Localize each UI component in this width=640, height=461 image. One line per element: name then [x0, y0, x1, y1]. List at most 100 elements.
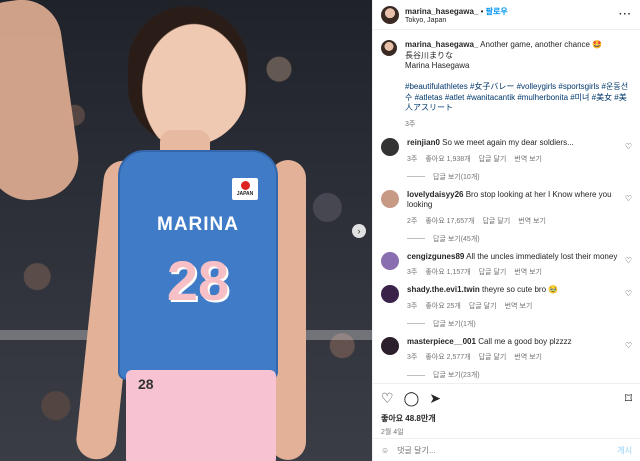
- comment-input[interactable]: 댓글 달기...: [397, 445, 435, 456]
- post-photo[interactable]: JAPAN MARINA 28 28 ›: [0, 0, 372, 461]
- share-icon[interactable]: ➤: [429, 390, 441, 407]
- flag-sun: [240, 181, 250, 190]
- reply-button[interactable]: 답글 달기: [479, 352, 507, 362]
- view-replies[interactable]: 답글 보기(45개): [407, 234, 632, 244]
- comment-composer: ☺ 댓글 달기... 게시: [373, 438, 640, 461]
- post-viewer: JAPAN MARINA 28 28 › marina_hasegawa_ • …: [0, 0, 640, 461]
- comment: lovelydaisyy26 Bro stop looking at her I…: [381, 189, 632, 226]
- avatar[interactable]: [381, 5, 399, 24]
- jersey-name: MARINA: [157, 214, 239, 235]
- translate-button[interactable]: 번역 보기: [505, 301, 533, 311]
- view-replies-label: 답글 보기(45개): [433, 235, 480, 243]
- heart-icon[interactable]: ♡: [625, 142, 632, 151]
- next-photo-button[interactable]: ›: [352, 224, 366, 238]
- divider: [407, 238, 425, 239]
- header-user-block: marina_hasegawa_ • 팔로우 Tokyo, Japan: [405, 6, 508, 24]
- comment-username[interactable]: shady.the.evi1.twin: [407, 285, 480, 294]
- comment-time: 3주: [407, 302, 418, 310]
- divider: [407, 176, 425, 177]
- player-head: [128, 6, 248, 146]
- post-date: 2월 4일: [381, 429, 404, 436]
- heart-icon[interactable]: ♡: [625, 341, 632, 350]
- like-count[interactable]: 좋아요 48.8만개: [381, 413, 632, 424]
- jersey-number: 28: [166, 249, 230, 312]
- view-replies[interactable]: 답글 보기(23개): [407, 370, 632, 380]
- comment-time: 3주: [407, 155, 418, 163]
- comment-text: Call me a good boy plzzzz: [478, 336, 572, 346]
- emoji-icon: 🤩: [592, 40, 603, 49]
- avatar[interactable]: [381, 40, 397, 56]
- comment-username[interactable]: masterpiece__001: [407, 337, 476, 346]
- post-actions: ♡ ◯ ➤ ⌑ 좋아요 48.8만개 2월 4일: [373, 383, 640, 443]
- caption-line1: Another game, another chance: [480, 40, 591, 49]
- heart-icon[interactable]: ♡: [625, 256, 632, 265]
- comment-icon[interactable]: ◯: [404, 390, 420, 407]
- heart-icon[interactable]: ♡: [625, 289, 632, 298]
- heart-icon[interactable]: ♡: [625, 194, 632, 203]
- translate-button[interactable]: 번역 보기: [514, 154, 542, 164]
- comment-username[interactable]: reinjian0: [407, 138, 440, 147]
- avatar[interactable]: [381, 138, 399, 156]
- caption-line2: 長谷川まりな: [405, 50, 453, 60]
- reply-button[interactable]: 답글 달기: [482, 216, 510, 226]
- comment: shady.the.evi1.twin theyre so cute bro 🥹…: [381, 285, 632, 311]
- location-link[interactable]: Tokyo, Japan: [405, 17, 508, 24]
- avatar[interactable]: [381, 285, 399, 303]
- header-username[interactable]: marina_hasegawa_: [405, 7, 478, 16]
- player-figure: JAPAN MARINA 28 28: [74, 0, 306, 461]
- comment-text: So we meet again my dear soldiers...: [442, 138, 574, 147]
- view-replies-label: 답글 보기(10개): [433, 173, 480, 181]
- view-replies-label: 답글 보기(23개): [433, 372, 480, 379]
- comment-likes[interactable]: 좋아요 1,938개: [425, 154, 470, 164]
- comment-username[interactable]: cengizgunes89: [407, 252, 464, 261]
- translate-button[interactable]: 번역 보기: [518, 216, 546, 226]
- emoji-icon: 🥹: [548, 285, 559, 294]
- japan-flag-patch: JAPAN: [232, 178, 258, 200]
- caption-body: marina_hasegawa_ Another game, another c…: [405, 40, 632, 130]
- flag-text: JAPAN: [236, 191, 254, 197]
- view-replies[interactable]: 답글 보기(1개): [407, 319, 632, 329]
- caption-time: 3주: [405, 120, 416, 128]
- comments-scroll-area[interactable]: marina_hasegawa_ Another game, another c…: [373, 40, 640, 381]
- view-replies-label: 답글 보기(1개): [433, 320, 476, 328]
- post-side-panel: marina_hasegawa_ • 팔로우 Tokyo, Japan ··· …: [372, 0, 640, 461]
- post-comment-button[interactable]: 게시: [617, 445, 632, 456]
- comment-text: theyre so cute bro: [482, 285, 547, 294]
- view-replies[interactable]: 답글 보기(10개): [407, 172, 632, 182]
- translate-button[interactable]: 번역 보기: [514, 267, 542, 277]
- caption-username[interactable]: marina_hasegawa_: [405, 40, 478, 49]
- player-jersey: JAPAN MARINA 28: [118, 150, 278, 380]
- comment: cengizgunes89 All the uncles immediately…: [381, 251, 632, 278]
- comment-time: 2주: [407, 217, 418, 225]
- caption-hashtags[interactable]: #beautifulathletes #女子バレー #volleygirls #…: [405, 82, 628, 112]
- shorts-number: 28: [138, 376, 154, 392]
- comment-likes[interactable]: 좋아요 25개: [425, 301, 461, 311]
- comment-likes[interactable]: 좋아요 1,157개: [425, 267, 470, 277]
- comment-likes[interactable]: 좋아요 17,657개: [425, 216, 474, 226]
- comment-time: 3주: [407, 354, 418, 361]
- emoji-icon[interactable]: ☺: [381, 446, 389, 455]
- reply-button[interactable]: 답글 달기: [469, 301, 497, 311]
- comment-likes[interactable]: 좋아요 2,577개: [425, 352, 470, 362]
- divider: [407, 374, 425, 376]
- reply-button[interactable]: 답글 달기: [479, 267, 507, 277]
- comment-time: 3주: [407, 269, 418, 276]
- caption-line3: Marina Hasegawa: [405, 61, 470, 70]
- follow-button[interactable]: 팔로우: [486, 7, 508, 16]
- chevron-right-icon: ›: [357, 226, 361, 236]
- heart-icon[interactable]: ♡: [381, 390, 394, 407]
- avatar[interactable]: [381, 251, 399, 270]
- bookmark-icon[interactable]: ⌑: [625, 390, 632, 407]
- comment: reinjian0 So we meet again my dear soldi…: [381, 138, 632, 164]
- more-icon[interactable]: ···: [619, 9, 632, 20]
- divider: [407, 323, 425, 324]
- caption: marina_hasegawa_ Another game, another c…: [381, 40, 632, 130]
- player-shorts: 28: [126, 370, 276, 461]
- reply-button[interactable]: 답글 달기: [479, 154, 507, 164]
- avatar[interactable]: [381, 189, 399, 208]
- comment-text: All the uncles immediately lost their mo…: [466, 251, 618, 261]
- translate-button[interactable]: 번역 보기: [514, 352, 542, 362]
- comment: masterpiece__001 Call me a good boy plzz…: [381, 336, 632, 363]
- comment-username[interactable]: lovelydaisyy26: [407, 190, 463, 199]
- avatar[interactable]: [381, 336, 399, 355]
